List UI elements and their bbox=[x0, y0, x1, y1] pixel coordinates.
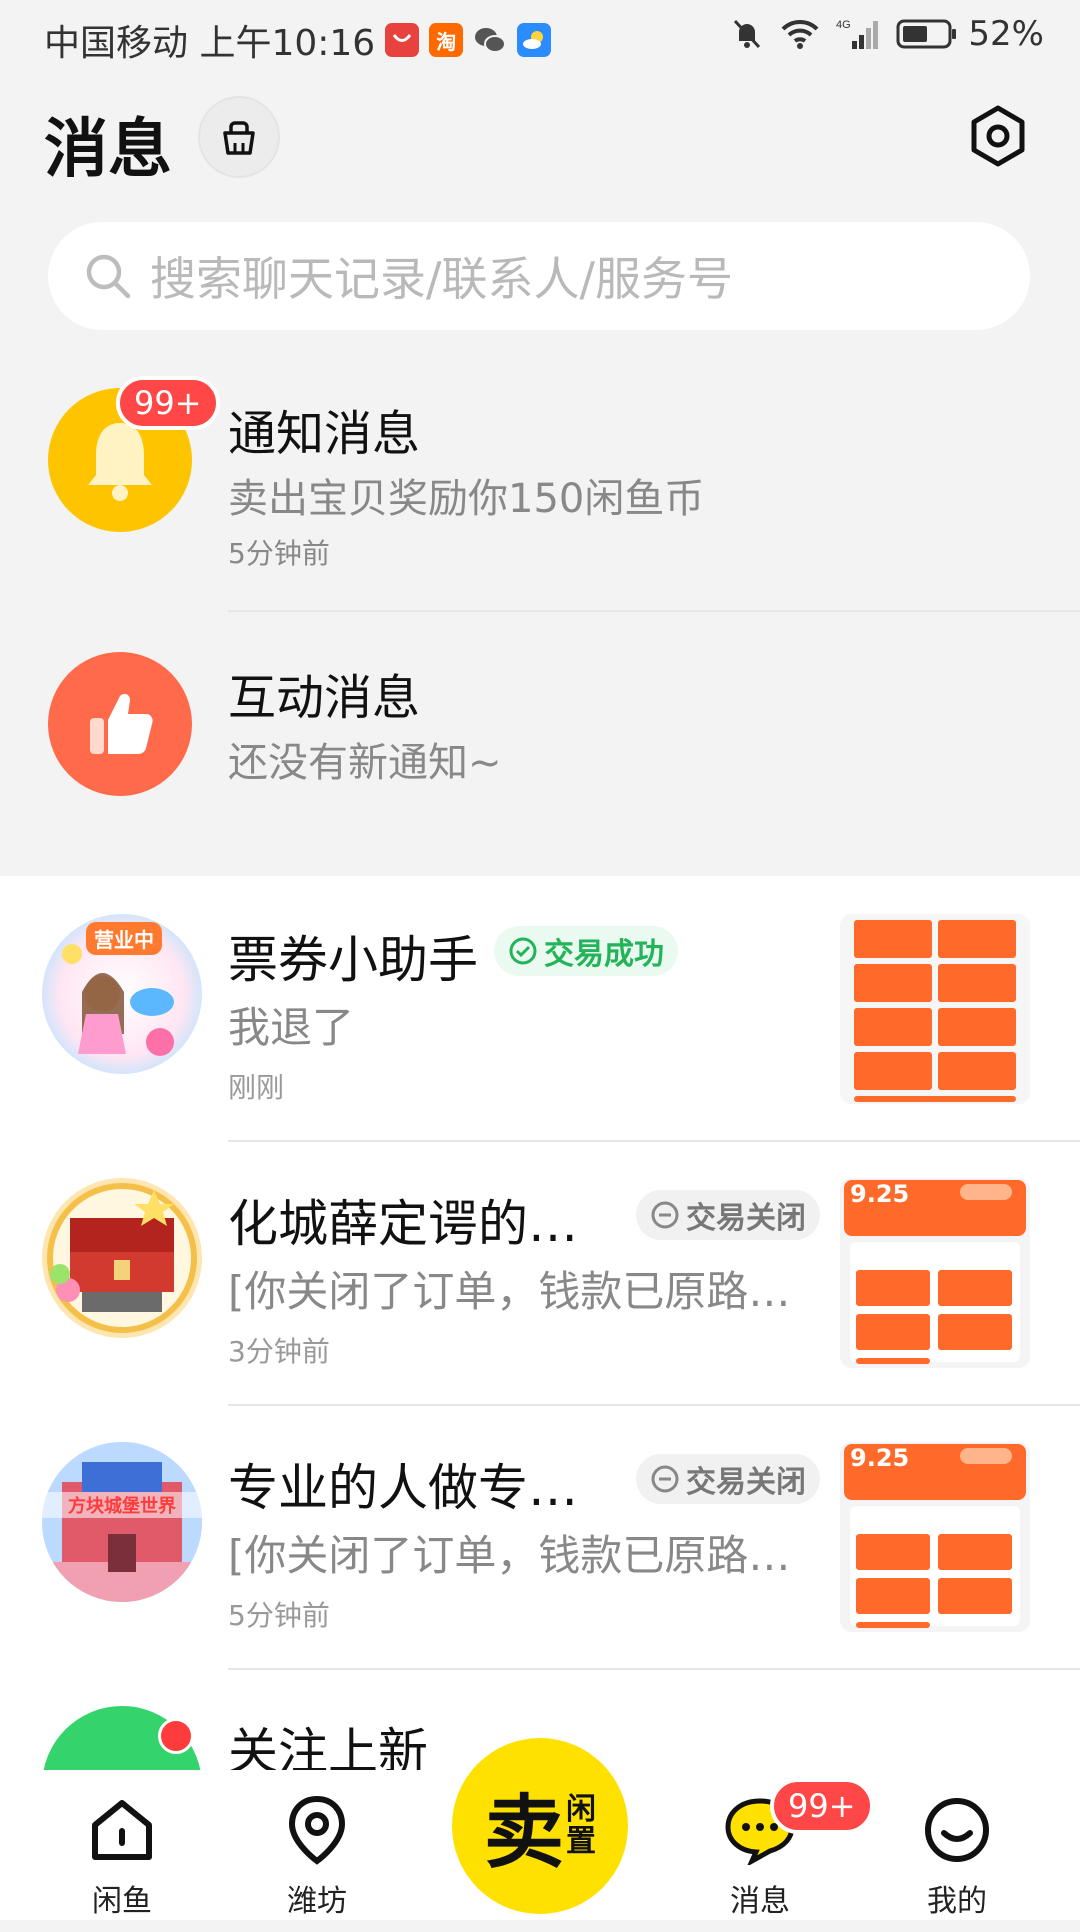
avatar: 方块城堡世界 bbox=[42, 1442, 202, 1602]
notification-time: 5分钟前 bbox=[228, 537, 330, 570]
avatar-sign-text: 方块城堡世界 bbox=[42, 1492, 202, 1518]
page-header: 消息 bbox=[0, 82, 1080, 192]
sell-sub-label-1: 闲 bbox=[566, 1792, 596, 1827]
nav-label: 我的 bbox=[927, 1884, 987, 1919]
unread-dot bbox=[158, 1718, 194, 1754]
chat-time: 刚刚 bbox=[228, 1071, 285, 1104]
notification-subtitle: 卖出宝贝奖励你150闲鱼币 bbox=[228, 476, 705, 522]
thumbnail-price: 9.25 bbox=[850, 1180, 910, 1208]
avatar: 营业中 bbox=[42, 914, 202, 1074]
chat-time: 5分钟前 bbox=[228, 1599, 330, 1632]
notification-unread-badge: 99+ bbox=[116, 376, 220, 430]
trade-status-text: 交易关闭 bbox=[686, 1465, 806, 1500]
search-icon bbox=[84, 252, 132, 300]
profile-icon bbox=[922, 1790, 992, 1870]
chat-name: 专业的人做专… bbox=[228, 1459, 578, 1517]
weather-icon bbox=[517, 23, 552, 57]
sell-sub-label: 闲 置 bbox=[564, 1794, 596, 1858]
status-left: 中国移动 上午10:16 淘 bbox=[44, 14, 552, 66]
minus-circle-icon bbox=[651, 1465, 679, 1493]
chat-row-seller-1[interactable]: 化城薛定谔的… 交易关闭 [你关闭了订单，钱款已原路… 3分钟前 9.25 bbox=[0, 1140, 1080, 1404]
mute-bell-icon bbox=[730, 17, 764, 51]
avatar bbox=[42, 1178, 202, 1338]
chat-last-message: [你关闭了订单，钱款已原路… bbox=[228, 1267, 791, 1316]
check-circle-icon bbox=[509, 937, 537, 965]
product-thumbnail: 9.25 bbox=[840, 1178, 1030, 1368]
page-title: 消息 bbox=[44, 113, 172, 187]
trade-status-text: 交易成功 bbox=[544, 937, 664, 972]
nav-location[interactable]: 潍坊 bbox=[257, 1770, 377, 1920]
cartoon-girl-image bbox=[62, 944, 174, 1056]
interaction-subtitle: 还没有新通知~ bbox=[228, 740, 502, 786]
notification-messages-row[interactable]: 99+ 通知消息 卖出宝贝奖励你150闲鱼币 5分钟前 bbox=[0, 376, 1080, 580]
chat-last-message: 我退了 bbox=[228, 1003, 355, 1052]
chat-name: 化城薛定谔的… bbox=[228, 1195, 578, 1253]
chat-row-ticket-assistant[interactable]: 营业中 票券小助手 交易成功 我退了 刚刚 bbox=[0, 876, 1080, 1140]
trade-status-badge: 交易关闭 bbox=[636, 1190, 820, 1240]
status-bar: 中国移动 上午10:16 淘 4G 52% bbox=[0, 0, 1080, 76]
chat-last-message: [你关闭了订单，钱款已原路… bbox=[228, 1531, 791, 1580]
nav-profile[interactable]: 我的 bbox=[897, 1770, 1017, 1920]
chat-row-seller-2[interactable]: 方块城堡世界 专业的人做专… 交易关闭 [你关闭了订单，钱款已原路… 5分钟前 … bbox=[0, 1404, 1080, 1668]
thumbnail-price: 9.25 bbox=[850, 1444, 910, 1472]
broom-icon bbox=[223, 121, 255, 155]
nav-label: 闲鱼 bbox=[92, 1884, 152, 1919]
divider bbox=[228, 610, 1080, 612]
messages-unread-badge: 99+ bbox=[770, 1778, 874, 1834]
status-right: 4G 52% bbox=[714, 14, 1044, 54]
trade-status-text: 交易关闭 bbox=[686, 1201, 806, 1236]
nav-home[interactable]: 闲鱼 bbox=[62, 1770, 182, 1920]
notification-title: 通知消息 bbox=[228, 406, 421, 462]
interaction-title: 互动消息 bbox=[228, 670, 421, 726]
battery-icon bbox=[896, 19, 958, 49]
trade-status-badge: 交易关闭 bbox=[636, 1454, 820, 1504]
settings-icon bbox=[971, 105, 1025, 167]
trade-status-badge: 交易成功 bbox=[494, 926, 678, 976]
carrier-time: 中国移动 上午10:16 bbox=[44, 23, 376, 64]
nav-label: 潍坊 bbox=[287, 1884, 347, 1919]
sell-idle-button[interactable]: 卖 闲 置 bbox=[452, 1738, 628, 1914]
settings-button[interactable] bbox=[962, 100, 1034, 172]
nav-label: 消息 bbox=[730, 1884, 790, 1919]
interaction-messages-row[interactable]: 互动消息 还没有新通知~ bbox=[0, 640, 1080, 840]
cellular-4g-icon: 4G bbox=[836, 17, 880, 51]
clear-unread-button[interactable] bbox=[198, 96, 280, 178]
wechat-icon bbox=[473, 23, 507, 57]
search-bar[interactable]: 搜索聊天记录/联系人/服务号 bbox=[48, 222, 1030, 330]
location-icon bbox=[282, 1790, 352, 1870]
search-placeholder: 搜索聊天记录/联系人/服务号 bbox=[150, 252, 733, 306]
svg-text:4G: 4G bbox=[836, 19, 851, 31]
huawei-appgallery-icon bbox=[385, 23, 420, 57]
product-thumbnail bbox=[840, 914, 1030, 1104]
battery-percent: 52% bbox=[968, 14, 1044, 54]
tiananmen-avatar-image bbox=[47, 1183, 197, 1333]
product-thumbnail: 9.25 bbox=[840, 1442, 1030, 1632]
castle-avatar-image bbox=[42, 1442, 202, 1602]
interaction-avatar bbox=[48, 652, 192, 796]
chat-name: 票券小助手 bbox=[228, 931, 478, 989]
taobao-flash-icon: 淘 bbox=[429, 23, 464, 57]
ticket-grid-image bbox=[840, 914, 1030, 1104]
wifi-icon bbox=[780, 18, 820, 50]
chat-time: 3分钟前 bbox=[228, 1335, 330, 1368]
thumbs-up-icon bbox=[90, 693, 153, 754]
sell-sub-label-2: 置 bbox=[566, 1824, 596, 1859]
home-icon bbox=[87, 1790, 157, 1870]
sell-label: 卖 bbox=[484, 1786, 564, 1879]
minus-circle-icon bbox=[651, 1201, 679, 1229]
